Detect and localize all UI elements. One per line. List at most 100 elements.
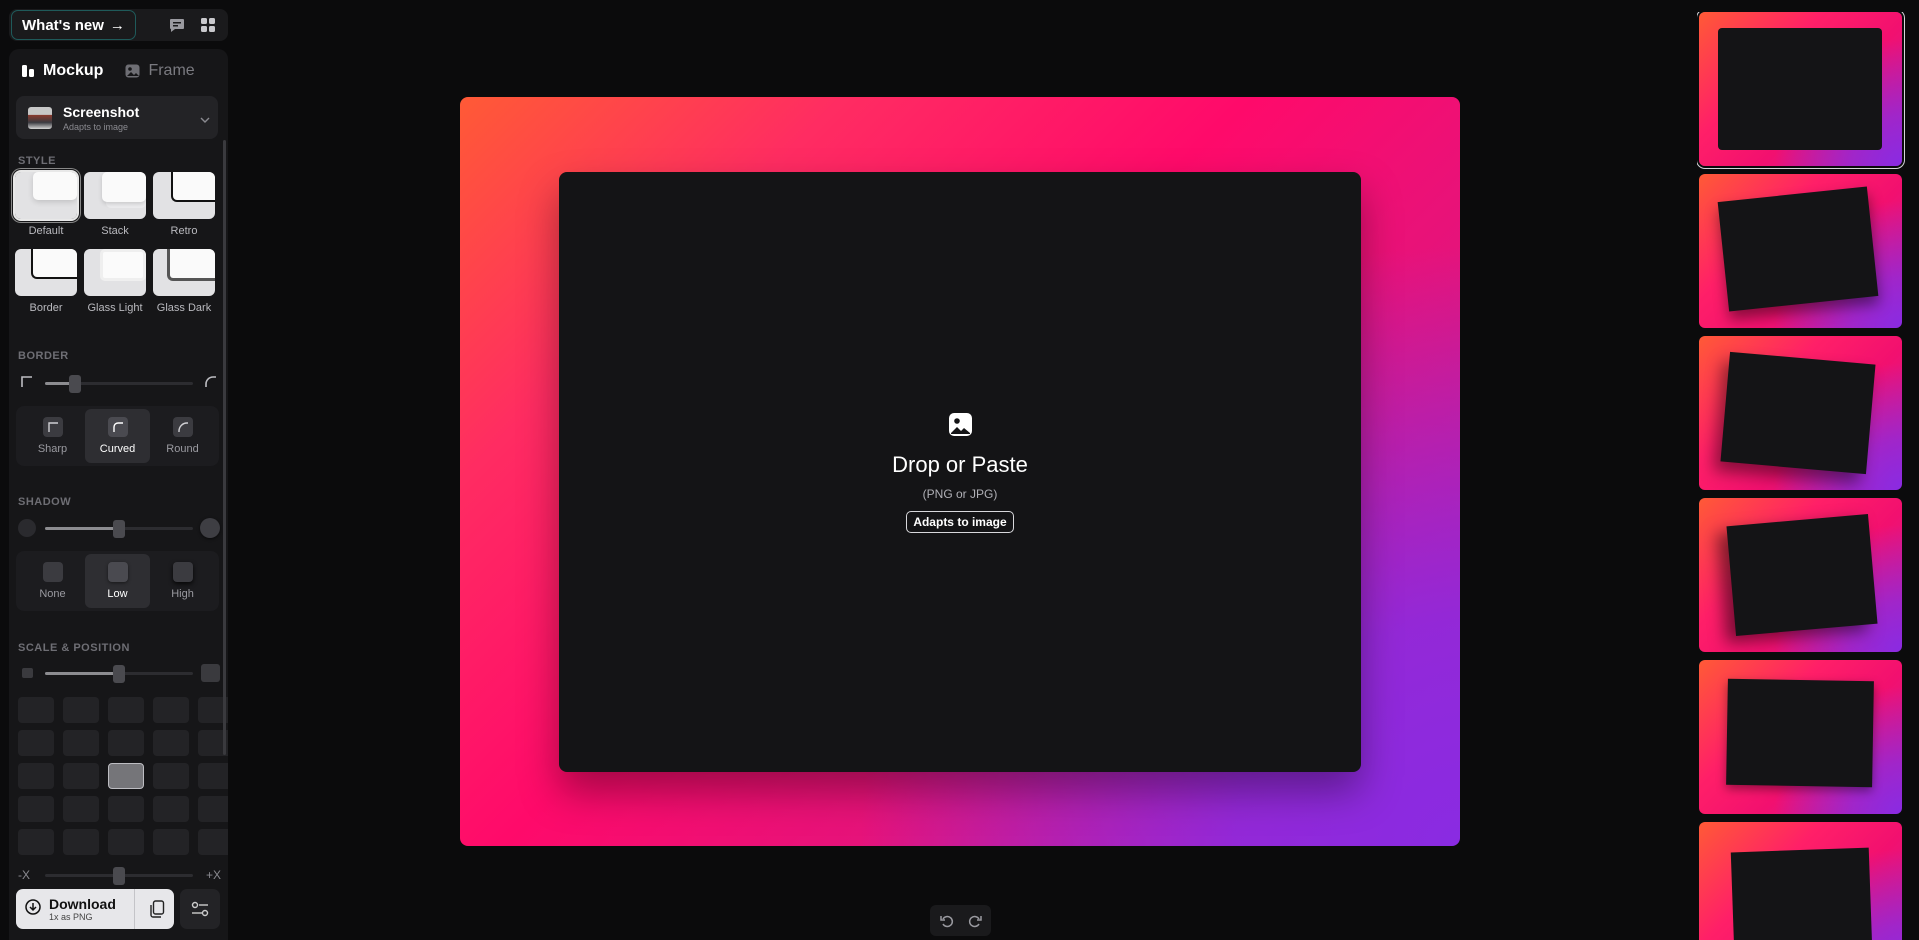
position-cell[interactable] [63, 763, 99, 789]
shadow-option-label: High [171, 588, 194, 600]
preset-item[interactable] [1699, 660, 1902, 814]
position-cell[interactable] [108, 763, 144, 789]
position-cell[interactable] [108, 796, 144, 822]
border-slider-thumb[interactable] [68, 375, 81, 393]
scale-position-section-label: SCALE & POSITION [18, 642, 130, 654]
preset-item[interactable] [1699, 336, 1902, 490]
sliders-icon [191, 901, 209, 917]
scale-slider-thumb[interactable] [113, 665, 125, 683]
sharp-corner-icon [21, 376, 32, 387]
border-section-label: BORDER [18, 350, 69, 362]
style-preview-glass-dark [153, 249, 215, 296]
position-cell[interactable] [18, 730, 54, 756]
copy-icon[interactable] [149, 900, 165, 923]
position-cell[interactable] [153, 763, 189, 789]
shadow-options: None Low High [16, 551, 219, 611]
x-min-label: -X [18, 868, 30, 882]
style-option-glass-light[interactable]: Glass Light [84, 249, 146, 314]
position-cell[interactable] [63, 796, 99, 822]
shadow-section-label: SHADOW [18, 496, 72, 508]
mockup-thumbnail [28, 106, 52, 129]
preset-item[interactable] [1699, 498, 1902, 652]
panel-scrollbar[interactable] [223, 140, 226, 755]
image-icon [948, 412, 973, 442]
x-max-label: +X [205, 868, 221, 882]
download-subtitle: 1x as PNG [49, 912, 93, 922]
mockup-type-select[interactable]: Screenshot Adapts to image [16, 96, 218, 139]
preset-item[interactable] [1699, 12, 1902, 166]
scale-small-icon [22, 668, 33, 678]
redo-icon[interactable] [968, 914, 982, 928]
style-option-glass-dark[interactable]: Glass Dark [153, 249, 215, 314]
shadow-option-high[interactable]: High [150, 554, 215, 608]
position-cell[interactable] [153, 829, 189, 855]
shadow-option-label: None [39, 588, 66, 600]
apps-grid-icon[interactable] [199, 16, 217, 34]
top-bar: What's new → [9, 9, 228, 41]
shadow-slider[interactable] [17, 518, 221, 538]
border-slider[interactable] [17, 373, 221, 393]
mockup-subtitle: Adapts to image [63, 121, 129, 132]
download-icon [25, 898, 41, 920]
image-icon [125, 64, 140, 78]
style-option-default[interactable]: Default [13, 170, 79, 237]
x-offset-slider[interactable]: -X +X [17, 865, 221, 885]
tab-frame-label: Frame [148, 62, 195, 79]
style-option-label: Retro [170, 225, 198, 237]
mockup-icon [22, 65, 34, 77]
scale-slider[interactable] [17, 663, 221, 683]
style-option-label: Glass Light [87, 302, 143, 314]
export-settings-button[interactable] [180, 889, 220, 929]
position-cell[interactable] [63, 730, 99, 756]
side-panel: Mockup Frame Screenshot Adapts to image … [9, 49, 228, 940]
drop-zone[interactable]: Drop or Paste (PNG or JPG) Adapts to ima… [559, 172, 1361, 772]
preset-item[interactable] [1699, 822, 1902, 940]
style-option-stack[interactable]: Stack [84, 172, 146, 237]
style-preview-glass-light [84, 249, 146, 296]
position-cell[interactable] [63, 829, 99, 855]
mockup-title: Screenshot [63, 103, 140, 120]
sharp-corner-icon [42, 417, 63, 437]
download-button[interactable]: Download 1x as PNG [16, 889, 174, 929]
style-option-retro[interactable]: Retro [153, 172, 215, 237]
chat-icon[interactable] [168, 16, 186, 34]
position-cell[interactable] [153, 796, 189, 822]
panel-tabs: Mockup Frame [9, 49, 228, 93]
position-cell[interactable] [153, 730, 189, 756]
position-cell[interactable] [18, 829, 54, 855]
style-option-border[interactable]: Border [15, 249, 77, 314]
preset-item[interactable] [1699, 174, 1902, 328]
border-option-curved[interactable]: Curved [85, 409, 150, 463]
style-preview-border [15, 249, 77, 296]
position-cell[interactable] [153, 697, 189, 723]
drop-title: Drop or Paste [892, 451, 1028, 477]
history-controls [930, 905, 991, 936]
shadow-max-icon [200, 518, 220, 538]
tab-mockup[interactable]: Mockup [21, 62, 103, 80]
style-preview-default [13, 170, 79, 221]
style-options: Default Stack Retro Border Glass Light G… [13, 170, 220, 314]
position-cell[interactable] [198, 763, 228, 789]
undo-icon[interactable] [939, 914, 954, 928]
x-offset-slider-thumb[interactable] [113, 867, 125, 885]
shadow-slider-thumb[interactable] [113, 520, 125, 538]
tab-frame[interactable]: Frame [125, 62, 195, 80]
border-option-label: Curved [99, 443, 136, 455]
position-cell[interactable] [63, 697, 99, 723]
style-option-label: Stack [101, 225, 129, 237]
position-cell[interactable] [108, 829, 144, 855]
position-cell[interactable] [108, 697, 144, 723]
position-cell[interactable] [198, 796, 228, 822]
style-preview-retro [153, 172, 215, 219]
shadow-option-low[interactable]: Low [85, 554, 150, 608]
position-cell[interactable] [108, 730, 144, 756]
position-cell[interactable] [18, 697, 54, 723]
position-cell[interactable] [18, 763, 54, 789]
border-option-round[interactable]: Round [150, 409, 215, 463]
whats-new-button[interactable]: What's new → [11, 10, 136, 40]
download-bar: Download 1x as PNG [16, 889, 221, 929]
position-cell[interactable] [18, 796, 54, 822]
border-option-sharp[interactable]: Sharp [20, 409, 85, 463]
position-cell[interactable] [198, 829, 228, 855]
shadow-option-none[interactable]: None [20, 554, 85, 608]
